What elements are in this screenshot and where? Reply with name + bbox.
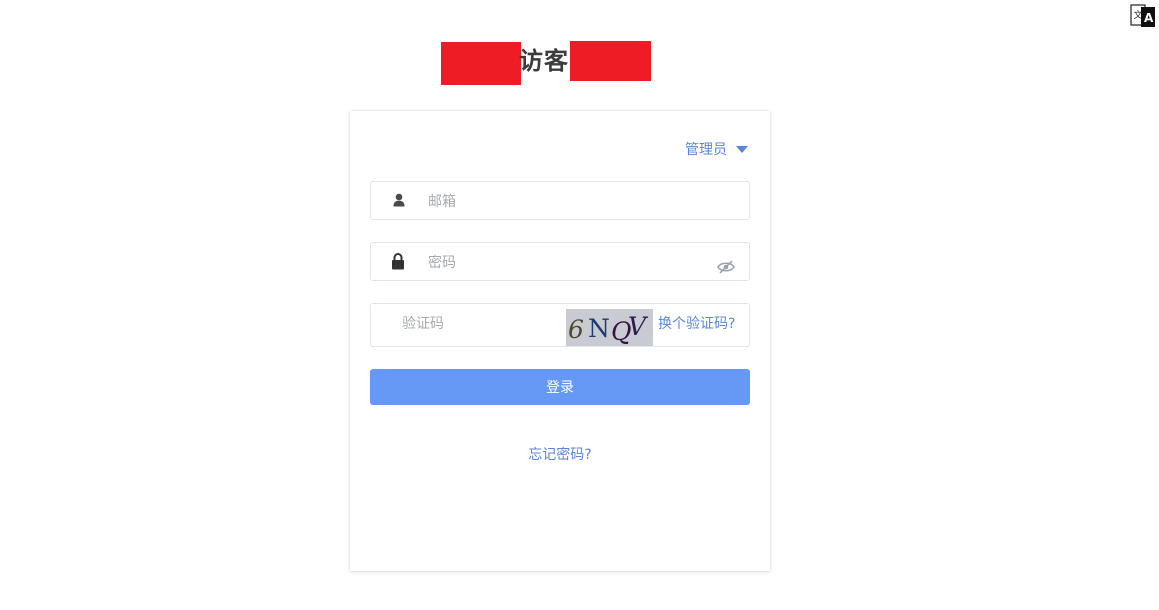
login-page: 文 A 访客 管理员 邮箱 验证码 6 N Q V 换个验证码? 登录 忘记密码… bbox=[0, 0, 1159, 610]
user-icon bbox=[393, 193, 405, 207]
lock-icon bbox=[392, 253, 404, 270]
translate-icon[interactable]: 文 A bbox=[1130, 2, 1156, 30]
page-title: 访客 bbox=[441, 38, 651, 85]
role-dropdown[interactable]: 管理员 bbox=[685, 139, 748, 159]
password-input[interactable] bbox=[426, 243, 710, 282]
svg-text:A: A bbox=[1144, 11, 1154, 25]
refresh-captcha-link[interactable]: 换个验证码? bbox=[658, 314, 735, 334]
captcha-field-container: 6 N Q V 换个验证码? bbox=[370, 303, 750, 347]
role-dropdown-label: 管理员 bbox=[685, 142, 727, 158]
captcha-char: N bbox=[588, 314, 610, 343]
login-button[interactable]: 登录 bbox=[370, 369, 750, 405]
captcha-input[interactable] bbox=[400, 304, 564, 344]
email-input[interactable] bbox=[426, 182, 730, 221]
eye-off-icon[interactable] bbox=[717, 260, 735, 274]
login-card: 管理员 邮箱 验证码 6 N Q V 换个验证码? 登录 忘记密码? bbox=[350, 111, 770, 571]
email-field-container bbox=[370, 181, 750, 221]
password-field-container bbox=[370, 242, 750, 282]
redaction-block bbox=[441, 41, 521, 85]
forgot-password-link[interactable]: 忘记密码? bbox=[350, 444, 770, 464]
captcha-char: 6 bbox=[568, 315, 584, 344]
page-title-text: 访客 bbox=[519, 47, 569, 75]
captcha-char: V bbox=[628, 312, 647, 341]
redaction-block bbox=[570, 41, 651, 81]
captcha-image[interactable]: 6 N Q V bbox=[566, 309, 653, 346]
caret-down-icon bbox=[736, 145, 748, 153]
